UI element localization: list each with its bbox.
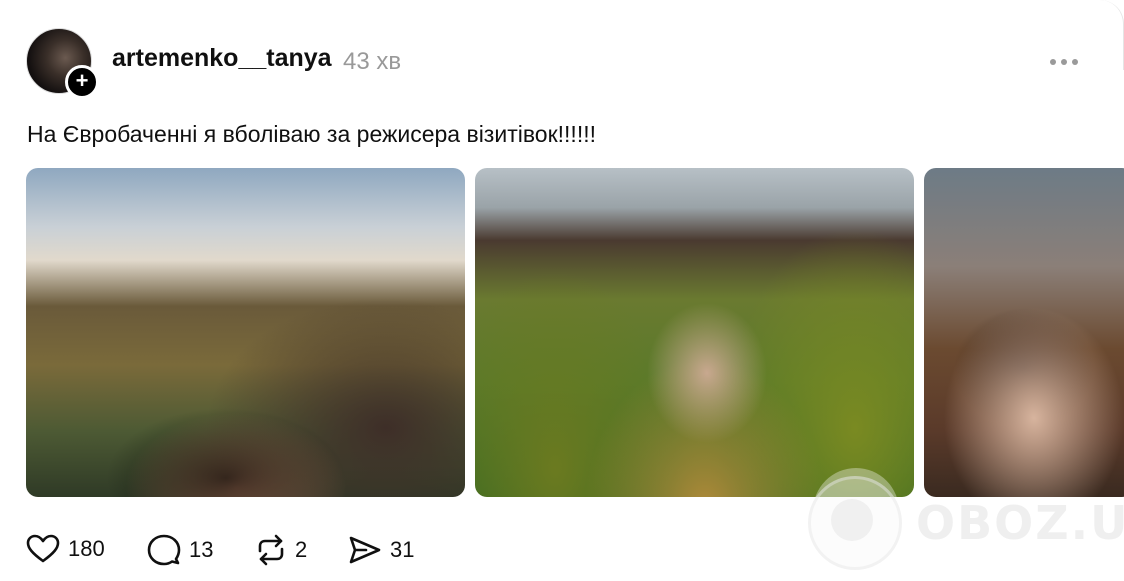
media-image-3[interactable] [924,168,1124,497]
avatar-container[interactable]: + [26,28,99,99]
watermark-text: OBOZ.UA [916,496,1124,550]
send-icon [349,536,381,564]
globe-logo-icon [808,476,902,570]
share-button[interactable]: 31 [348,534,414,566]
comment-count: 13 [189,537,214,562]
more-options-button[interactable] [1044,48,1084,76]
more-dots-icon [1072,59,1078,65]
thread-post: + artemenko__tanya 43 хв На Євробаченні … [0,0,1124,581]
panel-edge [1097,0,1124,70]
media-image-1[interactable] [26,168,465,497]
more-dots-icon [1061,59,1067,65]
comment-bubble-icon [147,534,181,566]
post-text: На Євробаченні я вболіваю за режисера ві… [27,121,596,147]
like-count: 180 [68,536,105,561]
media-image-2[interactable] [475,168,914,497]
watermark: OBOZ.UA [808,476,1124,570]
username-link[interactable]: artemenko__tanya [112,44,332,73]
repost-count: 2 [295,537,308,562]
comment-button[interactable]: 13 [147,534,213,566]
more-dots-icon [1050,59,1056,65]
post-timestamp[interactable]: 43 хв [343,48,401,76]
share-count: 31 [390,537,415,562]
follow-plus-button[interactable]: + [65,65,99,99]
repost-button[interactable]: 2 [255,534,307,566]
repost-icon [258,534,284,566]
heart-icon [26,534,60,563]
like-button[interactable]: 180 [26,534,105,564]
